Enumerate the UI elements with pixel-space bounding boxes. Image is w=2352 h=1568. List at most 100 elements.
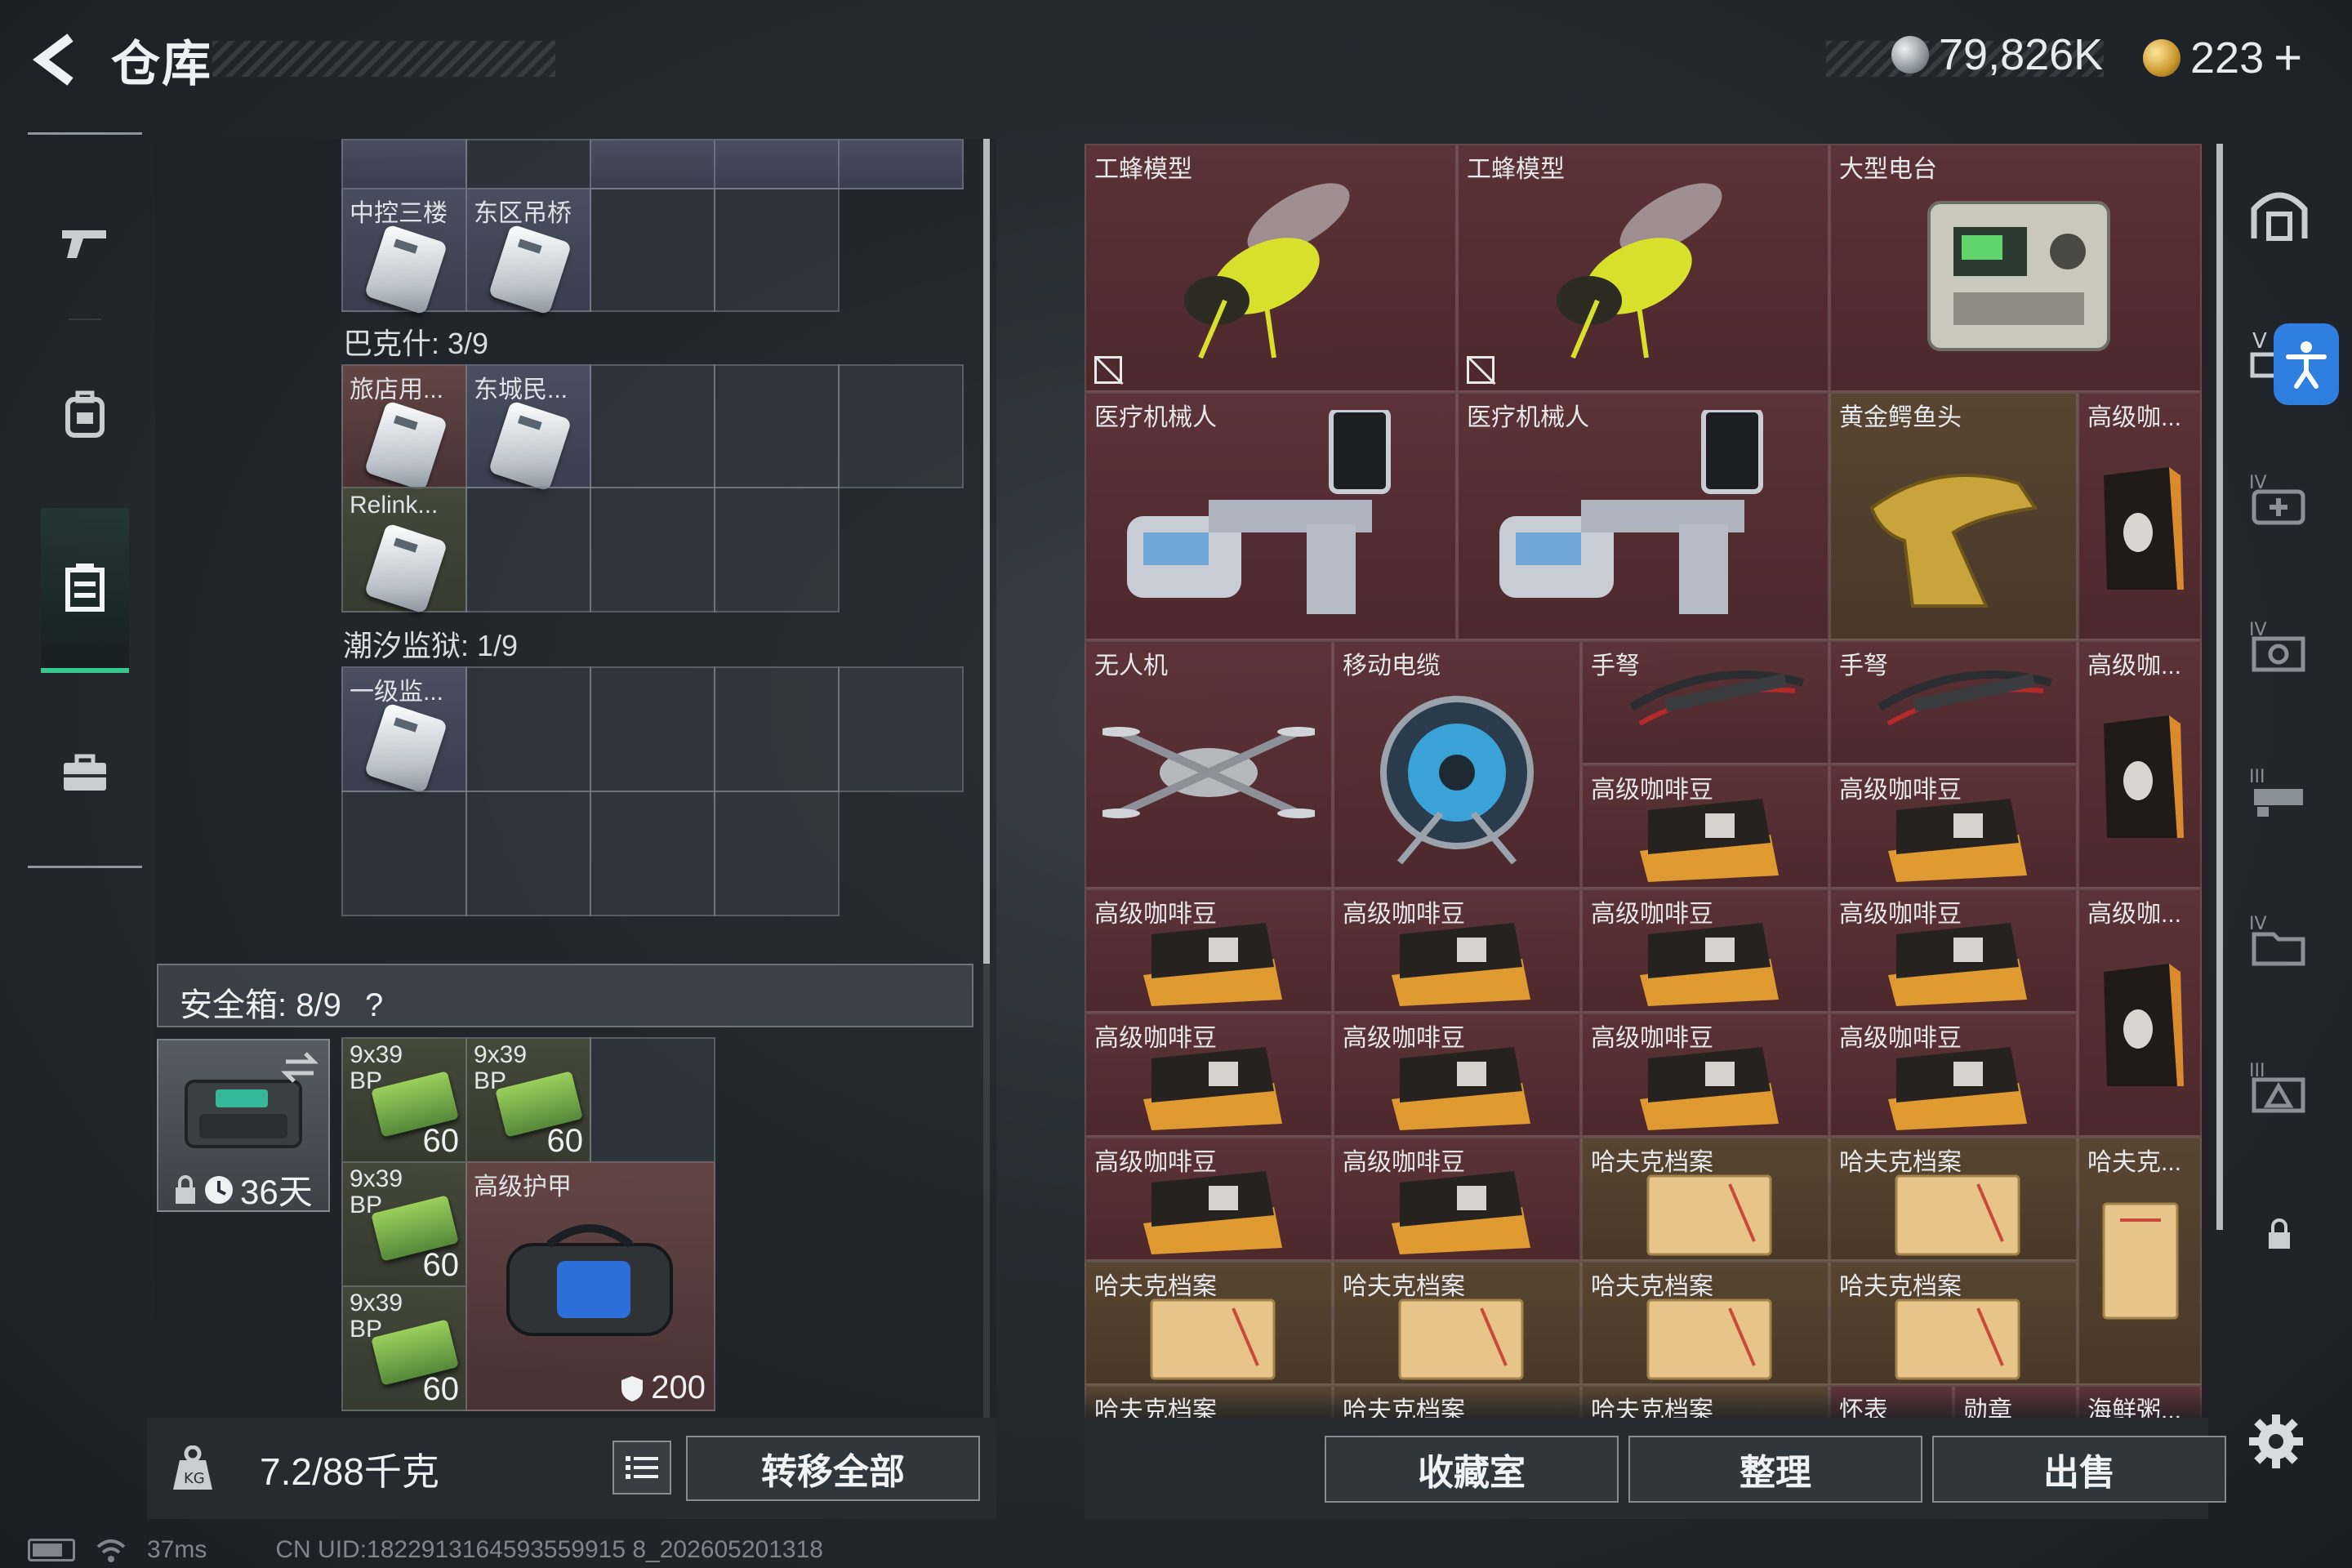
keycard-item[interactable]: 中控三楼 bbox=[341, 188, 467, 315]
coffee-beans-item[interactable]: 高级咖啡豆 bbox=[1085, 889, 1333, 1013]
storage-cell[interactable] bbox=[590, 364, 715, 488]
keycard-icon bbox=[363, 702, 448, 794]
haavk-file-item[interactable]: 哈夫克档案 bbox=[1581, 1261, 1829, 1385]
storage-cell[interactable] bbox=[590, 1037, 715, 1163]
ammo-item[interactable]: 9x39 BP 60 bbox=[466, 1037, 591, 1163]
ammo-item[interactable]: 9x39 BP 60 bbox=[341, 1037, 467, 1163]
storage-cell[interactable] bbox=[838, 139, 964, 189]
keycard-item[interactable]: 一级监... bbox=[341, 666, 467, 794]
armor-item[interactable]: 高级护甲 200 bbox=[466, 1161, 715, 1411]
settings-gear-icon[interactable] bbox=[2247, 1413, 2305, 1470]
transfer-all-button[interactable]: 转移全部 bbox=[686, 1436, 980, 1501]
crossbow-item[interactable]: 手弩 bbox=[1829, 640, 2078, 764]
ammo-item[interactable]: 9x39 BP 60 bbox=[341, 1285, 467, 1411]
storage-cell[interactable] bbox=[466, 791, 591, 916]
haavk-file-item[interactable]: 哈夫克档案 bbox=[1581, 1137, 1829, 1261]
safe-box-container[interactable]: 36天 bbox=[157, 1039, 330, 1212]
storage-cell[interactable] bbox=[714, 666, 840, 792]
coffee-beans-item[interactable]: 高级咖啡豆 bbox=[1581, 1013, 1829, 1137]
keycard-item[interactable]: Relink... bbox=[341, 487, 467, 614]
coffee-beans-item[interactable]: 高级咖啡豆 bbox=[1085, 1013, 1333, 1137]
medical-robot-item[interactable]: 医疗机械人 bbox=[1085, 392, 1457, 640]
storage-cell[interactable] bbox=[714, 364, 840, 488]
list-view-button[interactable] bbox=[612, 1441, 671, 1494]
tab-medical[interactable]: IV bbox=[2243, 462, 2316, 536]
storage-cell[interactable] bbox=[590, 139, 715, 189]
item-label: 东城民... bbox=[474, 376, 568, 403]
coffee-beans-item[interactable]: 高级咖啡豆 bbox=[1085, 1137, 1333, 1261]
coffee-beans-item[interactable]: 高级咖啡豆 bbox=[1581, 889, 1829, 1013]
coffee-beans-item[interactable]: 高级咖啡豆 bbox=[1829, 764, 2078, 889]
tab-tools[interactable]: III bbox=[2243, 756, 2316, 830]
storage-cell[interactable] bbox=[341, 791, 467, 916]
nav-equipment[interactable] bbox=[41, 353, 129, 475]
accessibility-button[interactable] bbox=[2274, 323, 2339, 405]
nav-warehouse[interactable] bbox=[41, 508, 129, 673]
tab-all[interactable] bbox=[2243, 176, 2316, 250]
coffee-bag-item[interactable]: 高级咖... bbox=[2078, 392, 2202, 640]
keycard-item[interactable]: 东区吊桥 bbox=[466, 188, 591, 315]
haavk-file-item[interactable]: 哈夫克... bbox=[2078, 1137, 2202, 1385]
ammo-count: 60 bbox=[546, 1123, 584, 1159]
coffee-beans-item[interactable]: 高级咖啡豆 bbox=[1333, 1137, 1581, 1261]
wasp-model-item[interactable]: 工蜂模型 bbox=[1457, 144, 1829, 392]
storage-cell[interactable] bbox=[341, 139, 467, 189]
item-label: 移动电缆 bbox=[1343, 653, 1441, 679]
tab-valuables[interactable]: III bbox=[2243, 1050, 2316, 1124]
storage-cell[interactable] bbox=[590, 487, 715, 612]
gold-currency[interactable]: 223 + bbox=[2143, 29, 2302, 86]
item-label: 哈夫克档案 bbox=[1591, 1273, 1713, 1300]
haavk-file-item[interactable]: 哈夫克档案 bbox=[1333, 1261, 1581, 1385]
ammo-item[interactable]: 9x39 BP 60 bbox=[341, 1161, 467, 1287]
storage-cell[interactable] bbox=[590, 188, 715, 312]
help-icon[interactable]: ? bbox=[365, 987, 383, 1023]
coffee-beans-item[interactable]: 高级咖啡豆 bbox=[1829, 889, 2078, 1013]
storage-scrollbar[interactable] bbox=[983, 139, 990, 1421]
storage-cell[interactable] bbox=[838, 666, 964, 792]
keycard-item[interactable]: 东城民... bbox=[466, 364, 591, 492]
swap-icon[interactable] bbox=[281, 1050, 318, 1083]
keycard-item[interactable]: 旅店用... bbox=[341, 364, 467, 492]
wasp-model-item[interactable]: 工蜂模型 bbox=[1085, 144, 1457, 392]
medical-robot-item[interactable]: 医疗机械人 bbox=[1457, 392, 1829, 640]
storage-cell[interactable] bbox=[714, 188, 840, 312]
back-arrow-icon[interactable] bbox=[28, 31, 85, 88]
nav-trade[interactable] bbox=[41, 712, 129, 835]
tab-electronics[interactable]: IV bbox=[2243, 609, 2316, 683]
storage-cell[interactable] bbox=[714, 139, 840, 189]
tab-locked[interactable] bbox=[2243, 1197, 2316, 1271]
folder-icon: IV bbox=[2249, 914, 2305, 966]
golden-crocodile-head-item[interactable]: 黄金鳄鱼头 bbox=[1829, 392, 2078, 640]
storage-cell[interactable] bbox=[590, 791, 715, 916]
coffee-beans-item[interactable]: 高级咖啡豆 bbox=[1333, 889, 1581, 1013]
storage-cell[interactable] bbox=[466, 666, 591, 792]
coffee-beans-item[interactable]: 高级咖啡豆 bbox=[1333, 1013, 1581, 1137]
storage-cell[interactable] bbox=[466, 487, 591, 612]
crossbow-item[interactable]: 手弩 bbox=[1581, 640, 1829, 764]
add-currency-button[interactable]: + bbox=[2274, 29, 2302, 86]
drone-item[interactable]: 无人机 bbox=[1085, 640, 1333, 889]
silver-currency[interactable]: 79,826K bbox=[1891, 29, 2103, 80]
storage-cell[interactable] bbox=[838, 364, 964, 488]
haavk-file-item[interactable]: 哈夫克档案 bbox=[1829, 1261, 2078, 1385]
tab-documents[interactable]: IV bbox=[2243, 903, 2316, 977]
medical-robot-icon bbox=[1499, 410, 1763, 614]
cable-reel-item[interactable]: 移动电缆 bbox=[1333, 640, 1581, 889]
storage-cell[interactable] bbox=[466, 139, 591, 189]
coffee-bag-item[interactable]: 高级咖... bbox=[2078, 640, 2202, 889]
storage-scroll-thumb[interactable] bbox=[983, 139, 990, 964]
storage-cell[interactable] bbox=[590, 666, 715, 792]
radio-station-item[interactable]: 大型电台 bbox=[1829, 144, 2202, 392]
warehouse-scrollbar[interactable] bbox=[2216, 144, 2223, 1230]
coffee-beans-item[interactable]: 高级咖啡豆 bbox=[1581, 764, 1829, 889]
collection-room-button[interactable]: 收藏室 bbox=[1325, 1436, 1619, 1503]
coffee-bag-item[interactable]: 高级咖... bbox=[2078, 889, 2202, 1137]
haavk-file-item[interactable]: 哈夫克档案 bbox=[1085, 1261, 1333, 1385]
coffee-beans-item[interactable]: 高级咖啡豆 bbox=[1829, 1013, 2078, 1137]
organize-button[interactable]: 整理 bbox=[1628, 1436, 1922, 1503]
haavk-file-item[interactable]: 哈夫克档案 bbox=[1829, 1137, 2078, 1261]
sell-button[interactable]: 出售 bbox=[1932, 1436, 2226, 1503]
storage-cell[interactable] bbox=[714, 791, 840, 916]
nav-weapons[interactable] bbox=[41, 181, 129, 304]
storage-cell[interactable] bbox=[714, 487, 840, 612]
